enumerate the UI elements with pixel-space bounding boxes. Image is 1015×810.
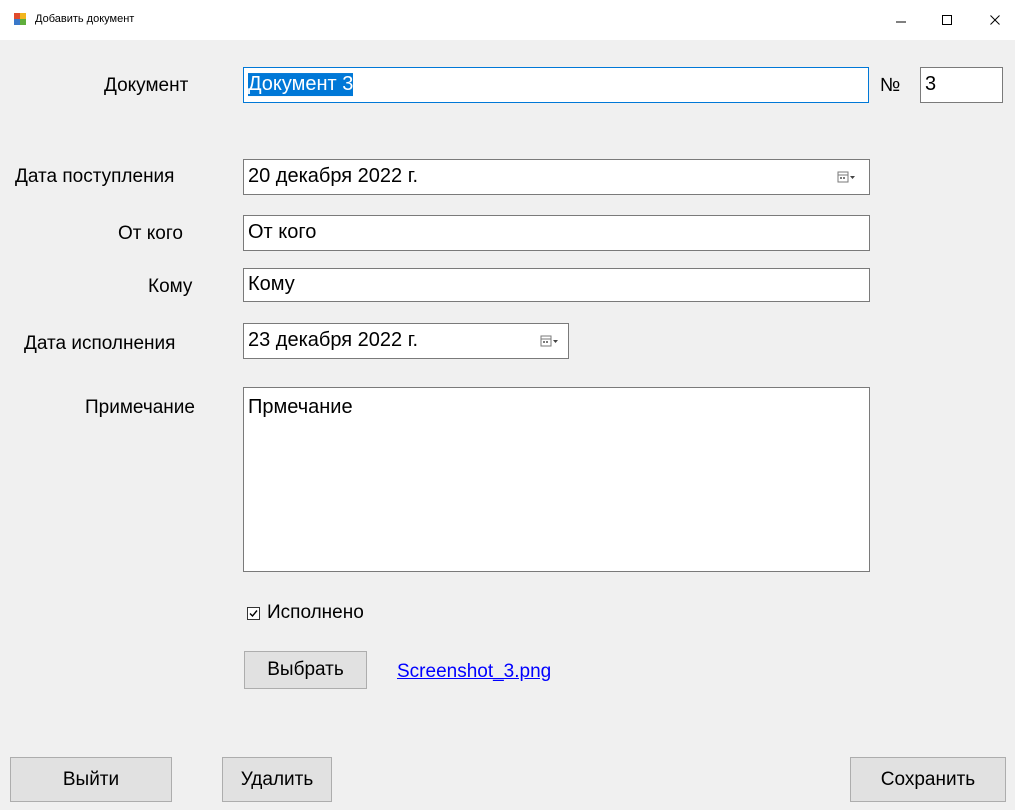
document-label: Документ (104, 75, 189, 96)
note-value: Прмечание (248, 396, 353, 418)
from-label: От кого (118, 223, 183, 244)
number-input[interactable]: 3 (920, 67, 1003, 103)
file-link[interactable]: Screenshot_3.png (397, 661, 551, 683)
close-button[interactable] (975, 0, 1015, 40)
number-label: № (880, 75, 901, 96)
checkmark-icon (249, 609, 258, 617)
received-date-value: 20 декабря 2022 г. (248, 165, 419, 188)
calendar-dropdown-icon[interactable] (540, 335, 560, 347)
document-name-input[interactable]: Документ 3 (243, 67, 869, 103)
received-date-label: Дата поступления (15, 166, 175, 187)
save-button[interactable]: Сохранить (850, 757, 1006, 802)
app-form-icon (13, 12, 27, 26)
due-date-label: Дата исполнения (24, 333, 176, 354)
done-checkbox[interactable] (247, 606, 260, 620)
title-bar[interactable]: Добавить документ (0, 0, 1015, 40)
exit-button[interactable]: Выйти (10, 757, 172, 802)
received-date-picker[interactable]: 20 декабря 2022 г. (243, 159, 870, 195)
from-input[interactable]: От кого (243, 215, 870, 251)
to-value: Кому (248, 273, 295, 296)
number-value: 3 (925, 73, 937, 96)
done-label: Исполнено (267, 602, 364, 623)
note-textarea[interactable]: Прмечание (243, 387, 870, 572)
due-date-picker[interactable]: 23 декабря 2022 г. (243, 323, 569, 359)
maximize-icon (942, 15, 952, 25)
maximize-button[interactable] (924, 0, 970, 40)
calendar-dropdown-icon[interactable] (837, 171, 857, 183)
done-checkbox-row[interactable]: Исполнено (247, 602, 364, 624)
due-date-value: 23 декабря 2022 г. (248, 329, 419, 352)
choose-file-button[interactable]: Выбрать (244, 651, 367, 689)
document-name-value: Документ 3 (248, 73, 354, 97)
minimize-button[interactable] (878, 0, 924, 40)
window-title: Добавить документ (35, 13, 135, 25)
minimize-icon (896, 21, 906, 23)
delete-button[interactable]: Удалить (222, 757, 332, 802)
from-value: От кого (248, 221, 317, 244)
close-icon (990, 15, 1000, 25)
note-label: Примечание (85, 397, 195, 418)
add-document-window: Добавить документ Документ Документ 3 № … (0, 0, 1015, 810)
to-label: Кому (148, 276, 193, 297)
to-input[interactable]: Кому (243, 268, 870, 302)
